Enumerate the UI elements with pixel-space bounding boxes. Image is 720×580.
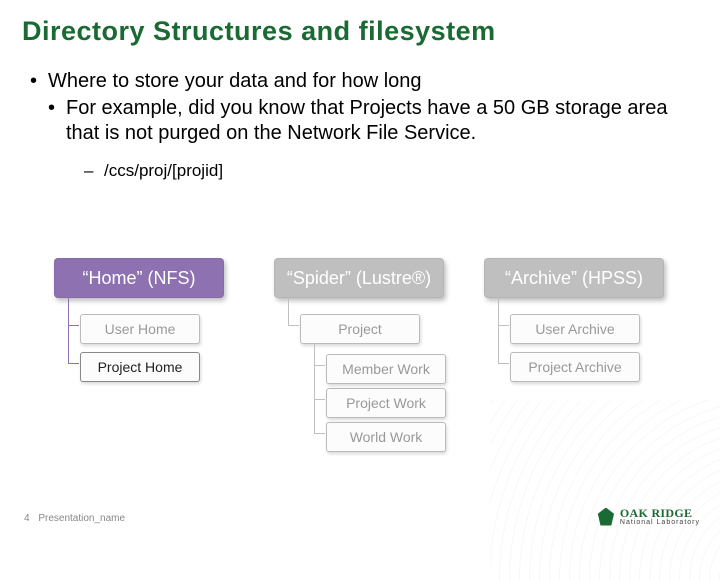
filesystem-diagram: “Home” (NFS) User Home Project Home “Spi… — [54, 258, 684, 478]
connector — [68, 298, 69, 364]
slide-title: Directory Structures and filesystem — [0, 0, 720, 47]
diagram-node-member-work: Member Work — [326, 354, 446, 384]
diagram-header-archive: “Archive” (HPSS) — [484, 258, 664, 298]
bullet-dot — [48, 96, 66, 146]
leaf-icon — [597, 508, 615, 526]
diagram-node-user-home: User Home — [80, 314, 200, 344]
slide-footer: 4 Presentation_name — [24, 513, 125, 524]
dash-text: /ccs/proj/[projid] — [104, 160, 223, 181]
diagram-node-project-work: Project Work — [326, 388, 446, 418]
diagram-node-world-work: World Work — [326, 422, 446, 452]
logo-line1: OAK RIDGE — [620, 507, 700, 519]
presentation-name: Presentation_name — [38, 513, 125, 524]
bullet-dot — [30, 69, 48, 94]
bullet-level1: Where to store your data and for how lon… — [30, 69, 690, 94]
logo-text: OAK RIDGE National Laboratory — [620, 507, 700, 526]
diagram-node-user-archive: User Archive — [510, 314, 640, 344]
oak-ridge-logo: OAK RIDGE National Laboratory — [597, 507, 700, 526]
bullet-list: Where to store your data and for how lon… — [0, 47, 720, 181]
diagram-col-archive: “Archive” (HPSS) User Archive Project Ar… — [484, 258, 684, 298]
dash-mark — [84, 160, 104, 181]
bullet-text: Where to store your data and for how lon… — [48, 69, 422, 94]
logo-line2: National Laboratory — [620, 519, 700, 526]
page-number: 4 — [24, 513, 30, 524]
diagram-col-spider: “Spider” (Lustre®) Project Member Work P… — [274, 258, 444, 298]
connector — [498, 298, 499, 364]
diagram-node-project-home: Project Home — [80, 352, 200, 382]
connector — [288, 298, 289, 326]
diagram-header-home: “Home” (NFS) — [54, 258, 224, 298]
connector — [314, 344, 315, 434]
bullet-dash: /ccs/proj/[projid] — [84, 160, 690, 181]
diagram-col-home: “Home” (NFS) User Home Project Home — [54, 258, 224, 298]
diagram-node-project-archive: Project Archive — [510, 352, 640, 382]
diagram-header-spider: “Spider” (Lustre®) — [274, 258, 444, 298]
diagram-node-project: Project — [300, 314, 420, 344]
bullet-text: For example, did you know that Projects … — [66, 96, 690, 146]
bullet-level2: For example, did you know that Projects … — [48, 96, 690, 146]
